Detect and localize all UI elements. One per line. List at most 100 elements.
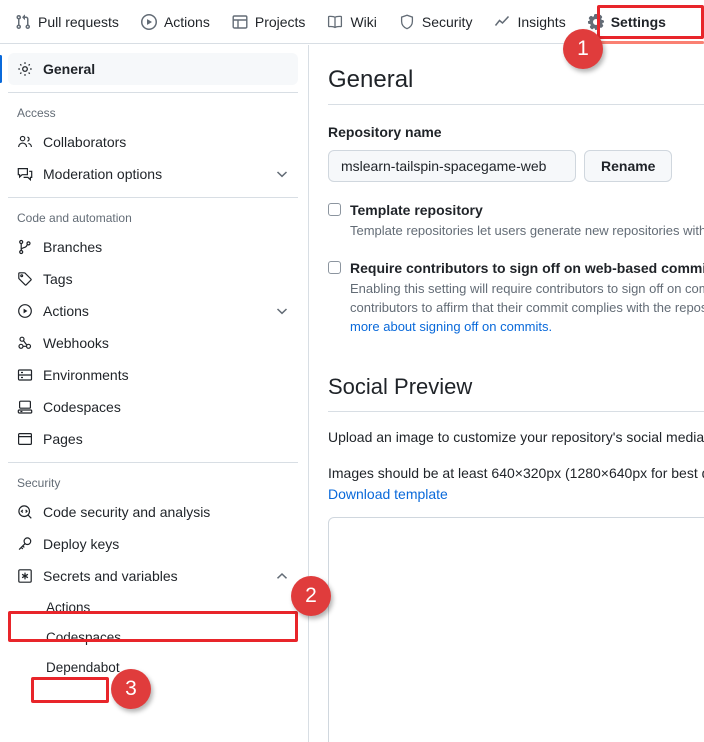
section-divider	[328, 411, 704, 412]
tab-pull-requests[interactable]: Pull requests	[6, 8, 128, 36]
sidebar-item-general[interactable]: General	[0, 53, 298, 85]
sidebar-subitem-dependabot[interactable]: Dependabot	[8, 652, 298, 682]
signoff-checkbox[interactable]	[328, 261, 341, 274]
sidebar-item-code-security-and-analysis[interactable]: Code security and analysis	[8, 496, 298, 528]
social-preview-line-2: Images should be at least 640×320px (128…	[328, 465, 704, 481]
chevron-up-icon[interactable]	[274, 568, 290, 584]
rename-button[interactable]: Rename	[584, 150, 673, 182]
sidebar-item-moderation-options[interactable]: Moderation options	[8, 158, 298, 190]
sidebar-subitem-actions[interactable]: Actions	[8, 592, 298, 622]
callout-badge-2: 2	[291, 576, 331, 616]
sidebar-subitem-codespaces[interactable]: Codespaces	[8, 622, 298, 652]
tab-security[interactable]: Security	[390, 8, 482, 36]
sidebar-divider	[8, 462, 298, 463]
sidebar-item-collaborators[interactable]: Collaborators	[8, 126, 298, 158]
signoff-description-line-1: Enabling this setting will require contr…	[350, 281, 704, 296]
template-repository-option: Template repository Template repositorie…	[328, 200, 704, 240]
people-icon	[17, 134, 33, 150]
signoff-title: Require contributors to sign off on web-…	[350, 260, 704, 276]
codescan-icon	[17, 504, 33, 520]
tab-label: Insights	[517, 13, 566, 30]
template-repository-description: Template repositories let users generate…	[350, 223, 704, 238]
active-tab-underline	[600, 41, 704, 44]
tab-label: Wiki	[350, 13, 377, 30]
sidebar-item-label: Environments	[43, 367, 129, 383]
sidebar-item-deploy-keys[interactable]: Deploy keys	[8, 528, 298, 560]
book-icon	[327, 14, 343, 30]
sidebar-item-secrets-and-variables[interactable]: Secrets and variables	[8, 560, 298, 592]
tab-label: Projects	[254, 13, 306, 30]
sidebar-item-label: Pages	[43, 431, 83, 447]
repository-name-input[interactable]	[328, 150, 576, 182]
callout-badge-3: 3	[111, 669, 151, 709]
sidebar-item-label: Actions	[43, 303, 89, 319]
signoff-description-line-2: contributors to affirm that their commit…	[350, 300, 704, 315]
sidebar-item-label: Collaborators	[43, 134, 127, 150]
browser-icon	[17, 431, 33, 447]
git-pull-request-icon	[15, 14, 31, 30]
tab-label: Settings	[610, 13, 666, 30]
sidebar-item-codespaces[interactable]: Codespaces	[8, 391, 298, 423]
sidebar-subitem-label: Codespaces	[46, 629, 122, 645]
sidebar-subitem-label: Actions	[46, 599, 91, 615]
sidebar-group-title-access: Access	[17, 106, 56, 120]
sidebar-item-label: Code security and analysis	[43, 504, 211, 520]
chevron-down-icon[interactable]	[274, 303, 290, 319]
codespaces-icon	[17, 399, 33, 415]
signoff-option: Require contributors to sign off on web-…	[328, 258, 704, 336]
callout-badge-1: 1	[563, 29, 603, 69]
asterisk-key-icon	[17, 568, 33, 584]
tab-wiki[interactable]: Wiki	[318, 8, 385, 36]
template-repository-checkbox[interactable]	[328, 203, 341, 216]
tag-icon	[17, 271, 33, 287]
tab-label: Actions	[163, 13, 210, 30]
tab-label: Pull requests	[38, 13, 119, 30]
comment-discussion-icon	[17, 166, 33, 182]
webhook-icon	[17, 335, 33, 351]
sidebar-group-title-security: Security	[17, 476, 61, 490]
signoff-learn-more-link[interactable]: more about signing off on commits.	[350, 317, 704, 336]
tab-insights[interactable]: Insights	[485, 8, 574, 36]
download-template-link[interactable]: Download template	[328, 484, 704, 505]
sidebar-item-environments[interactable]: Environments	[8, 359, 298, 391]
sidebar-item-label: Deploy keys	[43, 536, 120, 552]
gear-icon	[587, 13, 604, 30]
sidebar-item-label: Webhooks	[43, 335, 109, 351]
play-circle-icon	[140, 13, 157, 30]
section-divider	[328, 104, 704, 105]
social-preview-heading: Social Preview	[328, 374, 473, 399]
repository-name-label: Repository name	[328, 124, 442, 140]
key-icon	[17, 536, 33, 552]
sidebar-subitem-label: Dependabot	[46, 659, 120, 675]
sidebar-item-tags[interactable]: Tags	[8, 263, 298, 295]
play-circle-icon	[17, 303, 33, 319]
template-repository-title: Template repository	[350, 202, 483, 218]
chevron-down-icon[interactable]	[274, 166, 290, 182]
sidebar-item-webhooks[interactable]: Webhooks	[8, 327, 298, 359]
sidebar-item-label: Branches	[43, 239, 103, 255]
settings-sidebar: General Access Collaborators Moderation …	[0, 45, 309, 742]
social-preview-line-1: Upload an image to customize your reposi…	[328, 429, 704, 445]
tab-actions[interactable]: Actions	[132, 8, 219, 36]
social-preview-upload-dropzone[interactable]	[328, 517, 704, 742]
graph-icon	[494, 14, 510, 30]
github-repository-settings-screen: Pull requests Actions Projects Wiki Secu	[0, 0, 704, 742]
git-branch-icon	[17, 239, 33, 255]
gear-icon	[17, 61, 33, 77]
sidebar-item-label: Tags	[43, 271, 73, 287]
sidebar-item-pages[interactable]: Pages	[8, 423, 298, 455]
sidebar-group-title-code-and-automation: Code and automation	[17, 211, 132, 225]
sidebar-item-branches[interactable]: Branches	[8, 231, 298, 263]
server-icon	[17, 367, 33, 383]
tab-label: Security	[421, 13, 473, 30]
sidebar-item-label: Moderation options	[43, 166, 163, 182]
sidebar-divider	[8, 197, 298, 198]
signoff-description: Enabling this setting will require contr…	[350, 279, 704, 336]
shield-icon	[399, 14, 415, 30]
table-icon	[232, 14, 248, 30]
sidebar-item-label: Secrets and variables	[43, 568, 178, 584]
repository-name-row: Rename	[328, 150, 704, 182]
tab-projects[interactable]: Projects	[223, 8, 315, 36]
sidebar-item-actions[interactable]: Actions	[8, 295, 298, 327]
settings-main-content: General Repository name Rename Template …	[310, 45, 704, 742]
